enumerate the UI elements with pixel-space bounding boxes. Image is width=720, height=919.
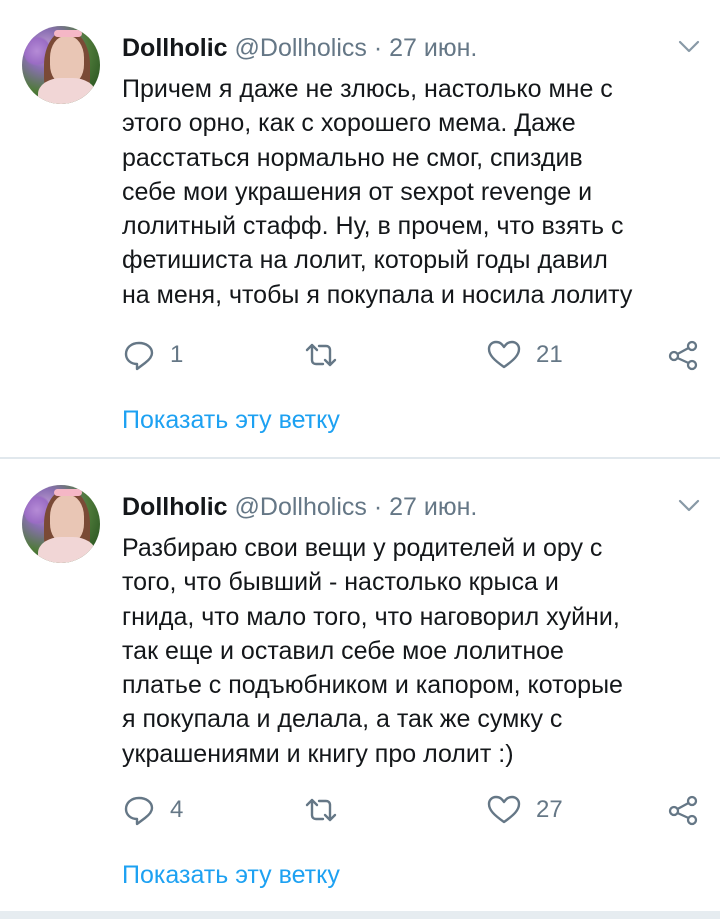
avatar-dress <box>38 537 96 563</box>
tweet-text-line: того, что бывший - настолько крыса и <box>122 568 559 597</box>
retweet-button[interactable] <box>303 338 353 372</box>
tweet-text-line: украшениями и книгу про лолит :) <box>122 739 514 768</box>
tweet-header: Dollholic @Dollholics · 27 июн. <box>122 493 477 521</box>
tweet-text-line: этого орно, как с хорошего мема. Даже <box>122 109 576 138</box>
reply-count: 4 <box>170 796 184 823</box>
like-count: 21 <box>536 341 563 368</box>
avatar-face <box>50 495 84 543</box>
tweet-text-line: так еще и оставил себе мое лолитное <box>122 636 564 665</box>
header-separator: · <box>373 34 383 62</box>
retweet-button[interactable] <box>303 793 353 827</box>
tweet-date[interactable]: 27 июн. <box>389 34 477 62</box>
avatar[interactable] <box>22 485 100 563</box>
retweet-icon <box>303 795 339 825</box>
author-name[interactable]: Dollholic <box>122 34 228 62</box>
tweet-text-line: себе мои украшения от sexpot revenge и <box>122 177 593 206</box>
author-handle[interactable]: @Dollholics <box>235 493 367 521</box>
reply-button[interactable]: 4 <box>122 793 183 827</box>
tweet-text-line: платье с подъюбником и капором, которые <box>122 671 623 700</box>
tweet-text-line: на меня, чтобы я покупала и носила лолит… <box>122 280 633 309</box>
tweet-text-line: Причем я даже не злюсь, настолько мне с <box>122 75 613 103</box>
tweet-date[interactable]: 27 июн. <box>389 493 477 521</box>
avatar-bow <box>54 489 82 496</box>
header-separator: · <box>373 493 383 521</box>
share-button[interactable] <box>666 338 700 372</box>
like-button[interactable]: 27 <box>486 793 563 827</box>
share-icon <box>666 339 700 371</box>
tweet-text-line: Разбираю свои вещи у родителей и ору с <box>122 534 603 562</box>
tweet-actions: 4 27 <box>0 793 720 833</box>
heart-icon <box>486 339 522 371</box>
tweet[interactable]: Dollholic @Dollholics · 27 июн. Разбираю… <box>0 459 720 911</box>
tweet-header: Dollholic @Dollholics · 27 июн. <box>122 34 477 62</box>
avatar-face <box>50 36 84 84</box>
heart-icon <box>486 794 522 826</box>
author-name[interactable]: Dollholic <box>122 493 228 521</box>
tweet-text-line: расстаться нормально не смог, спиздив <box>122 143 583 172</box>
chevron-down-icon[interactable] <box>677 497 701 515</box>
tweet-actions: 1 21 <box>0 338 720 378</box>
like-count: 27 <box>536 796 563 823</box>
author-handle[interactable]: @Dollholics <box>235 34 367 62</box>
reply-icon <box>122 794 156 826</box>
share-button[interactable] <box>666 793 700 827</box>
reply-button[interactable]: 1 <box>122 338 183 372</box>
reply-count: 1 <box>170 341 184 368</box>
avatar-dress <box>38 78 96 104</box>
like-button[interactable]: 21 <box>486 338 563 372</box>
tweet-text-line: гнида, что мало того, что наговорил хуйн… <box>122 602 620 631</box>
tweet-text: Разбираю свои вещи у родителей и ору с т… <box>122 531 712 771</box>
tweet-text: Причем я даже не злюсь, настолько мне с … <box>122 72 712 312</box>
show-thread-link[interactable]: Показать эту ветку <box>122 861 340 890</box>
avatar-bow <box>54 30 82 37</box>
chevron-down-icon[interactable] <box>677 38 701 56</box>
tweet-text-line: я покупала и делала, а так же сумку с <box>122 705 563 734</box>
show-thread-link[interactable]: Показать эту ветку <box>122 406 340 435</box>
avatar[interactable] <box>22 26 100 104</box>
reply-icon <box>122 339 156 371</box>
tweet-divider <box>0 911 720 919</box>
tweet-text-line: лолитный стафф. Ну, в прочем, что взять … <box>122 212 624 241</box>
share-icon <box>666 794 700 826</box>
tweet-text-line: фетишиста на лолит, который годы давил <box>122 246 608 275</box>
retweet-icon <box>303 340 339 370</box>
tweet[interactable]: Dollholic @Dollholics · 27 июн. Причем я… <box>0 0 720 457</box>
